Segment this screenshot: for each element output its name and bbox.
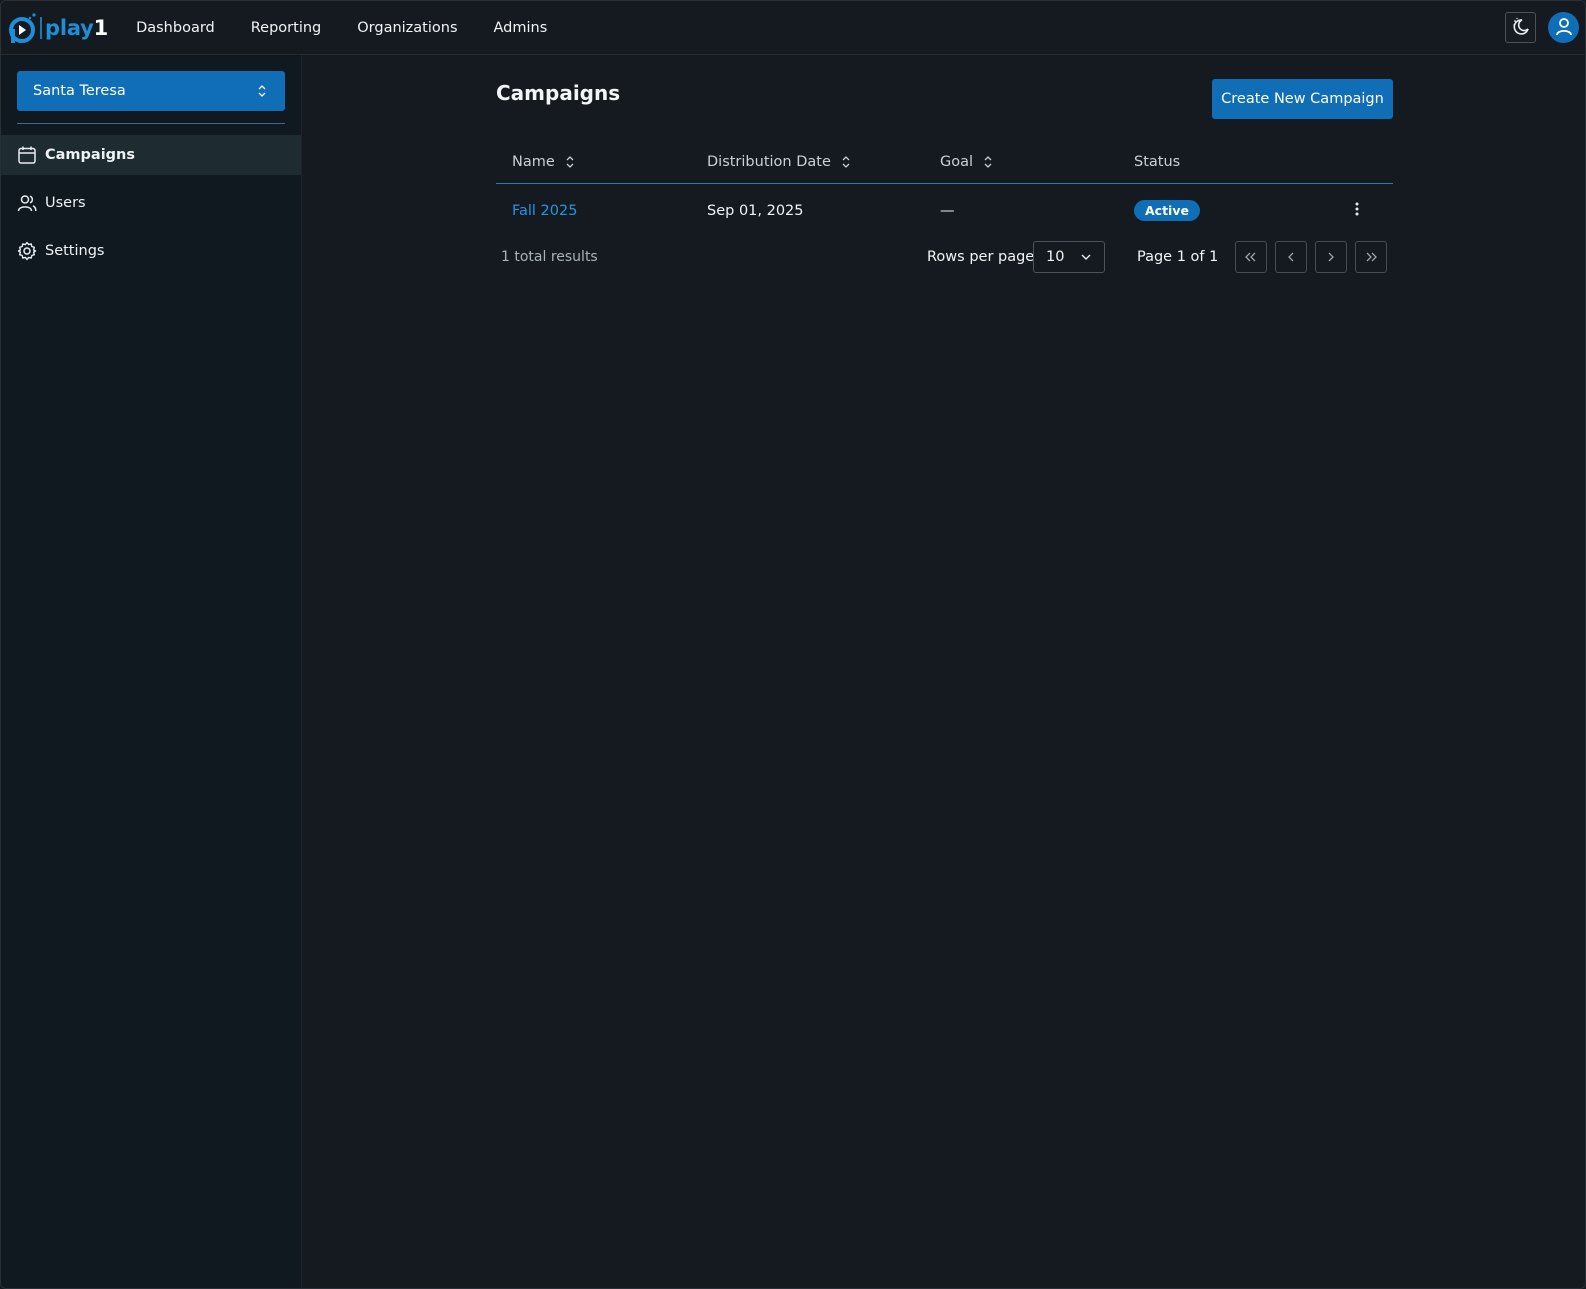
top-bar: play1 Dashboard Reporting Organizations … bbox=[1, 1, 1585, 55]
more-vertical-icon bbox=[1354, 201, 1360, 221]
rows-per-page-value: 10 bbox=[1046, 249, 1065, 265]
row-actions-button[interactable] bbox=[1354, 184, 1360, 237]
chevrons-right-icon bbox=[1364, 248, 1378, 267]
column-header-goal[interactable]: Goal bbox=[940, 139, 993, 184]
sort-icon bbox=[841, 155, 851, 169]
page-title: Campaigns bbox=[496, 81, 621, 105]
next-page-button[interactable] bbox=[1315, 241, 1347, 273]
logo-separator bbox=[40, 16, 42, 39]
campaigns-table: Name Distribution Date Goal Status Fall … bbox=[496, 139, 1393, 237]
column-label: Distribution Date bbox=[707, 153, 831, 170]
users-icon bbox=[17, 193, 37, 213]
column-label: Status bbox=[1134, 153, 1181, 170]
logo-text: play1 bbox=[45, 15, 109, 40]
chevron-up-down-icon bbox=[257, 83, 267, 103]
organization-select-value: Santa Teresa bbox=[33, 83, 126, 99]
header-actions bbox=[1505, 12, 1579, 43]
campaign-name-text[interactable]: Fall 2025 bbox=[512, 203, 577, 219]
sort-icon bbox=[565, 155, 575, 169]
user-icon bbox=[1554, 16, 1574, 40]
page-info: Page 1 of 1 bbox=[1137, 249, 1219, 265]
goal-cell: — bbox=[940, 202, 955, 219]
calendar-icon bbox=[17, 145, 37, 165]
gear-icon bbox=[17, 241, 37, 261]
app-window: play1 Dashboard Reporting Organizations … bbox=[0, 0, 1586, 1289]
column-label: Goal bbox=[940, 153, 974, 170]
table-footer: 1 total results Rows per page 10 Page 1 … bbox=[496, 241, 1393, 274]
nav-admins[interactable]: Admins bbox=[476, 1, 566, 55]
column-header-name[interactable]: Name bbox=[512, 139, 575, 184]
sidebar-item-label: Campaigns bbox=[45, 147, 136, 163]
user-avatar-button[interactable] bbox=[1548, 12, 1579, 43]
chevron-right-icon bbox=[1326, 248, 1336, 267]
nav-organizations[interactable]: Organizations bbox=[339, 1, 475, 55]
sort-icon bbox=[983, 155, 993, 169]
status-cell: Active bbox=[1134, 184, 1200, 237]
main-nav: Dashboard Reporting Organizations Admins bbox=[136, 1, 565, 55]
column-header-status: Status bbox=[1134, 139, 1180, 184]
campaign-name-link[interactable]: Fall 2025 bbox=[512, 184, 577, 237]
nav-dashboard[interactable]: Dashboard bbox=[136, 1, 233, 55]
sidebar-item-settings[interactable]: Settings bbox=[1, 231, 301, 271]
column-label: Name bbox=[512, 153, 555, 170]
moon-stars-icon bbox=[1511, 16, 1531, 40]
sidebar-divider bbox=[17, 123, 285, 124]
logo[interactable]: play1 bbox=[8, 1, 108, 55]
status-badge: Active bbox=[1134, 200, 1200, 221]
theme-toggle-button[interactable] bbox=[1505, 12, 1536, 43]
column-header-distribution-date[interactable]: Distribution Date bbox=[707, 139, 851, 184]
create-new-campaign-button[interactable]: Create New Campaign bbox=[1212, 79, 1393, 119]
rows-per-page-label: Rows per page bbox=[927, 249, 1035, 265]
play1-logo-icon bbox=[8, 11, 38, 45]
first-page-button[interactable] bbox=[1235, 241, 1267, 273]
previous-page-button[interactable] bbox=[1275, 241, 1307, 273]
chevron-down-icon bbox=[1080, 251, 1092, 267]
total-results: 1 total results bbox=[501, 249, 598, 265]
chevron-left-icon bbox=[1286, 248, 1296, 267]
nav-reporting[interactable]: Reporting bbox=[233, 1, 340, 55]
sidebar-item-users[interactable]: Users bbox=[1, 183, 301, 223]
last-page-button[interactable] bbox=[1355, 241, 1387, 273]
distribution-date-cell: Sep 01, 2025 bbox=[707, 202, 804, 219]
chevrons-left-icon bbox=[1244, 248, 1258, 267]
sidebar: Santa Teresa Campaigns Users Settings bbox=[1, 55, 302, 1288]
sidebar-item-label: Settings bbox=[45, 243, 105, 259]
organization-select[interactable]: Santa Teresa bbox=[17, 71, 285, 111]
rows-per-page-select[interactable]: 10 bbox=[1033, 241, 1105, 273]
table-row: Fall 2025 Sep 01, 2025 — Active bbox=[496, 184, 1393, 237]
sidebar-item-campaigns[interactable]: Campaigns bbox=[1, 135, 301, 175]
sidebar-item-label: Users bbox=[45, 195, 86, 211]
table-header: Name Distribution Date Goal Status bbox=[496, 139, 1393, 184]
